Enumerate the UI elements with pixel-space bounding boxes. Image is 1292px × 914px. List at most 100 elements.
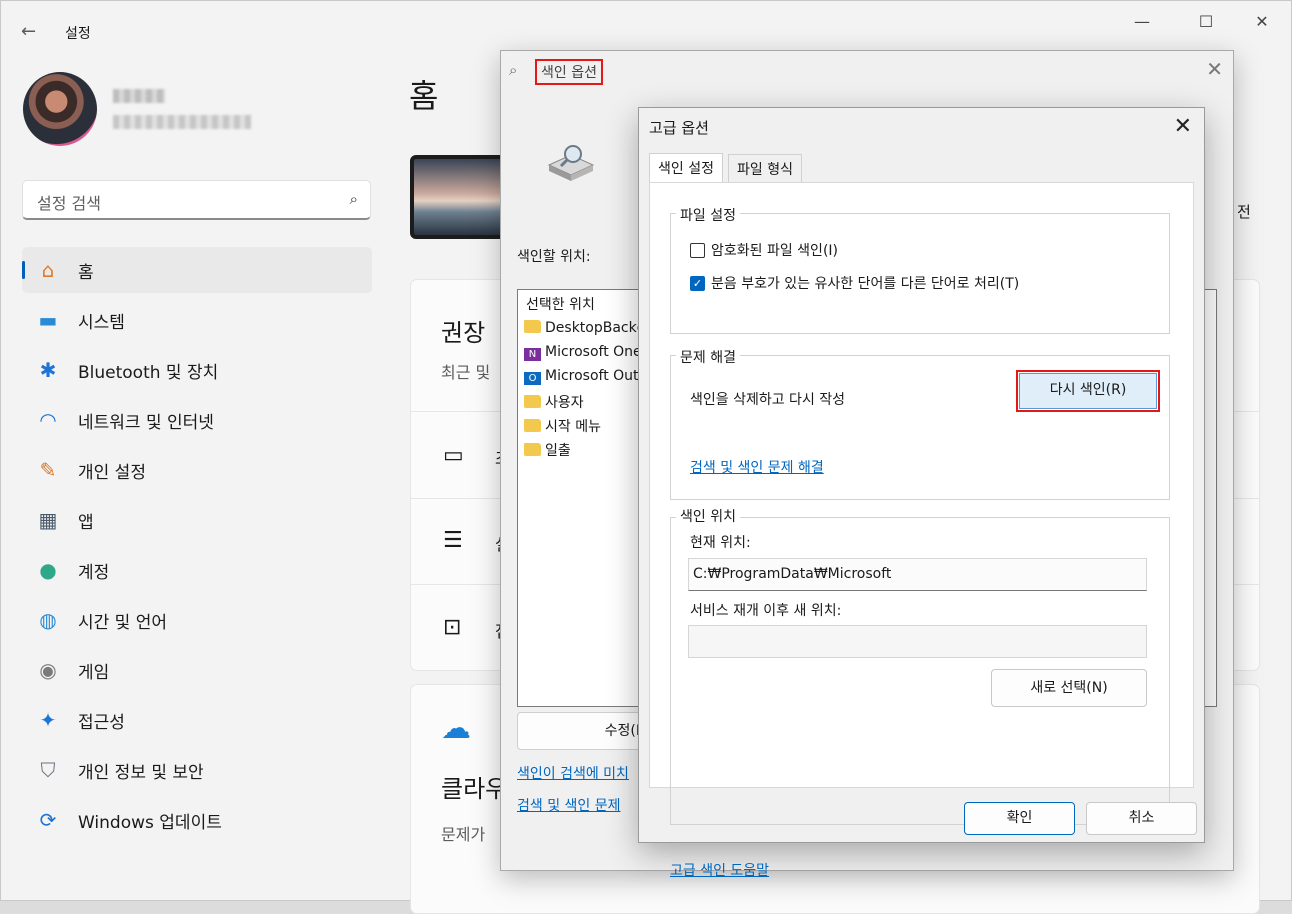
- indexing-effect-link[interactable]: 색인이 검색에 미치: [517, 763, 629, 783]
- indexing-drive-icon: [547, 145, 595, 181]
- globe-clock-icon: ◍: [39, 608, 57, 632]
- wallpaper-thumbnail[interactable]: [410, 155, 510, 239]
- sidebar-item-label: 개인 설정: [78, 463, 146, 483]
- list-item[interactable]: N Microsoft One: [524, 344, 642, 361]
- search-input[interactable]: 설정 검색: [37, 190, 101, 214]
- sidebar-item-label: Windows 업데이트: [78, 813, 222, 833]
- checkbox-label[interactable]: 암호화된 파일 색인(I): [711, 240, 838, 260]
- new-location-label: 서비스 재개 이후 새 위치:: [690, 603, 842, 619]
- search-icon: ⌕: [349, 190, 358, 208]
- minimize-icon[interactable]: —: [1131, 11, 1153, 33]
- sidebar-item-label: 홈: [78, 263, 94, 283]
- outlook-icon: O: [524, 372, 541, 385]
- sidebar-item[interactable]: ▦ 앱: [22, 497, 372, 543]
- current-location-field: C:₩ProgramData₩Microsoft: [688, 558, 1147, 591]
- close-icon[interactable]: ✕: [1174, 114, 1192, 139]
- tab-file-types[interactable]: 파일 형식: [728, 154, 802, 182]
- sidebar-item-label: 게임: [78, 663, 110, 683]
- advanced-help-link[interactable]: 고급 색인 도움말: [670, 860, 769, 880]
- card-title: 권장: [441, 319, 486, 347]
- list-item-label: DesktopBackg: [545, 320, 646, 336]
- onenote-icon: N: [524, 348, 541, 361]
- list-item-label: 시작 메뉴: [545, 419, 601, 435]
- locations-label: 색인할 위치:: [517, 249, 591, 265]
- new-location-field: [688, 625, 1147, 658]
- system-icon: ▬: [38, 308, 58, 332]
- folder-icon: [524, 395, 541, 408]
- list-item-label: 사용자: [545, 395, 584, 411]
- list-header: 선택한 위치: [526, 297, 595, 313]
- checkbox-label[interactable]: 분음 부호가 있는 유사한 단어를 다른 단어로 처리(T): [711, 273, 1019, 293]
- sidebar-item[interactable]: ◠ 네트워크 및 인터넷: [22, 397, 372, 443]
- list-item[interactable]: 일출: [524, 440, 571, 460]
- close-icon[interactable]: ✕: [1206, 57, 1223, 81]
- sidebar-item[interactable]: ⟳ Windows 업데이트: [22, 797, 372, 843]
- brush-icon: ✎: [39, 458, 57, 482]
- list-item[interactable]: DesktopBackg: [524, 320, 646, 336]
- sidebar-item-label: 시간 및 언어: [78, 613, 168, 633]
- diacritics-checkbox[interactable]: ✓: [690, 276, 705, 291]
- account-icon: ●: [39, 558, 57, 582]
- ok-button[interactable]: 확인: [964, 802, 1075, 835]
- list-item[interactable]: 시작 메뉴: [524, 416, 601, 436]
- update-icon: ⟳: [39, 808, 57, 832]
- gamepad-icon: ◉: [39, 658, 57, 682]
- cloud-icon: ☁: [441, 711, 471, 746]
- sidebar-item-label: 계정: [78, 563, 110, 583]
- settings-search-box[interactable]: 설정 검색 ⌕: [22, 180, 371, 220]
- card-subtitle: 최근 및: [441, 363, 491, 382]
- cancel-button[interactable]: 취소: [1086, 802, 1197, 835]
- apps-icon: ▦: [38, 508, 58, 532]
- list-item[interactable]: 사용자: [524, 392, 584, 412]
- group-label: 문제 해결: [676, 347, 740, 367]
- folder-icon: [524, 443, 541, 456]
- wifi-icon: ◠: [39, 408, 57, 432]
- advanced-options-dialog: 고급 옵션 ✕ 색인 설정 파일 형식 파일 설정 암호화된 파일 색인(I) …: [638, 107, 1205, 879]
- avatar[interactable]: [23, 72, 97, 146]
- sidebar-item[interactable]: ⌂ 홈: [22, 247, 372, 293]
- list-icon: ☰: [443, 528, 463, 553]
- encrypted-files-checkbox[interactable]: [690, 243, 705, 258]
- bluetooth-icon: ✱: [39, 358, 57, 382]
- lock-screen-icon: ⊡: [443, 615, 462, 640]
- shield-icon: ⛉: [40, 758, 56, 782]
- home-icon: ⌂: [41, 258, 55, 282]
- group-label: 파일 설정: [676, 205, 740, 225]
- sidebar-item[interactable]: ✎ 개인 설정: [22, 447, 372, 493]
- indexing-icon: ⌕: [509, 61, 518, 79]
- sidebar-item-label: 앱: [78, 513, 94, 533]
- dialog-title: 고급 옵션: [649, 119, 709, 137]
- right-edge-text: 전: [1237, 203, 1251, 221]
- list-item[interactable]: O Microsoft Out: [524, 368, 639, 385]
- sidebar-item-label: Bluetooth 및 장치: [78, 363, 219, 383]
- back-arrow-icon[interactable]: ←: [21, 21, 36, 42]
- sidebar-item[interactable]: ◉ 게임: [22, 647, 372, 693]
- list-item-label: 일출: [545, 443, 571, 459]
- rebuild-description: 색인을 삭제하고 다시 작성: [690, 392, 846, 408]
- folder-icon: [524, 320, 541, 333]
- sidebar-item[interactable]: ⛉ 개인 정보 및 보안: [22, 747, 372, 793]
- troubleshoot-link[interactable]: 검색 및 색인 문제: [517, 795, 621, 815]
- sidebar-item[interactable]: ◍ 시간 및 언어: [22, 597, 372, 643]
- folder-icon: [524, 419, 541, 432]
- sidebar-item[interactable]: ● 계정: [22, 547, 372, 593]
- select-new-button[interactable]: 새로 선택(N): [991, 669, 1147, 707]
- accessibility-icon: ✦: [39, 708, 57, 732]
- sidebar-item[interactable]: ✱ Bluetooth 및 장치: [22, 347, 372, 393]
- blurred-user-name: [113, 89, 165, 103]
- sidebar-item-label: 접근성: [78, 713, 125, 733]
- list-item-label: Microsoft Out: [545, 368, 639, 384]
- sidebar-item[interactable]: ✦ 접근성: [22, 697, 372, 743]
- tab-index-settings[interactable]: 색인 설정: [649, 153, 723, 183]
- close-window-icon[interactable]: ✕: [1251, 11, 1273, 33]
- list-item-label: Microsoft One: [545, 344, 642, 360]
- troubleshoot-search-link[interactable]: 검색 및 색인 문제 해결: [690, 457, 824, 477]
- page-title: 홈: [409, 77, 439, 115]
- app-title: 설정: [65, 26, 91, 42]
- sidebar-item[interactable]: ▬ 시스템: [22, 297, 372, 343]
- card-title: 클라우: [441, 775, 508, 803]
- drive-icon: ▭: [443, 443, 464, 468]
- maximize-icon[interactable]: ☐: [1195, 11, 1217, 33]
- card-subtitle: 문제가: [441, 825, 486, 844]
- rebuild-button[interactable]: 다시 색인(R): [1016, 370, 1160, 412]
